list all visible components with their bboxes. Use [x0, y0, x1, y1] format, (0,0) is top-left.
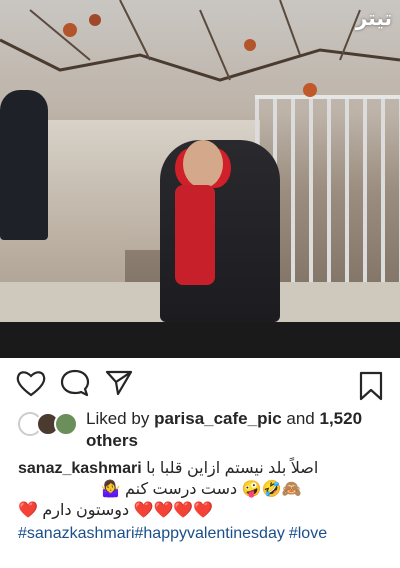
caption-line-3: ❤️❤️❤️❤️ دوستون دارم ❤️	[18, 502, 214, 519]
post: تیتر Liked by parisa_cafe_pic and 1,520 …	[0, 0, 400, 545]
hashtag-link[interactable]: #happyvalentinesday	[135, 525, 285, 542]
photo-bottom-strip	[0, 322, 400, 358]
hashtag-link[interactable]: #sanazkashmari	[18, 525, 135, 542]
comment-icon[interactable]	[60, 369, 90, 397]
hashtag-link[interactable]: #love	[289, 525, 327, 542]
heart-icon[interactable]	[16, 369, 46, 397]
post-actions	[0, 358, 400, 408]
likes-summary[interactable]: Liked by parisa_cafe_pic and 1,520 other…	[86, 408, 362, 452]
liker-avatars[interactable]	[18, 412, 78, 436]
caption-line-2: 🙈🤣🤪 دست درست کنم 🤷‍♀️	[100, 481, 302, 498]
caption-line-1: اصلاً بلد نیستم ازاین قلبا با	[146, 460, 319, 477]
likes-count[interactable]: 1,520	[320, 409, 363, 428]
send-icon[interactable]	[104, 369, 134, 397]
caption-username[interactable]: sanaz_kashmari	[18, 460, 142, 477]
hashtag-list: #sanazkashmari#happyvalentinesday #love	[0, 521, 400, 545]
liker-username[interactable]: parisa_cafe_pic	[154, 409, 282, 428]
person-head	[183, 140, 223, 188]
post-caption: sanaz_kashmari اصلاً بلد نیستم ازاین قلب…	[0, 452, 400, 521]
red-scarf	[175, 185, 215, 285]
likes-row: Liked by parisa_cafe_pic and 1,520 other…	[0, 408, 400, 452]
watermark-logo: تیتر	[355, 8, 392, 30]
likes-others[interactable]: others	[86, 431, 138, 450]
tree-branches	[0, 0, 400, 97]
bookmark-icon[interactable]	[358, 371, 384, 401]
post-photo[interactable]: تیتر	[0, 0, 400, 322]
avatar	[54, 412, 78, 436]
